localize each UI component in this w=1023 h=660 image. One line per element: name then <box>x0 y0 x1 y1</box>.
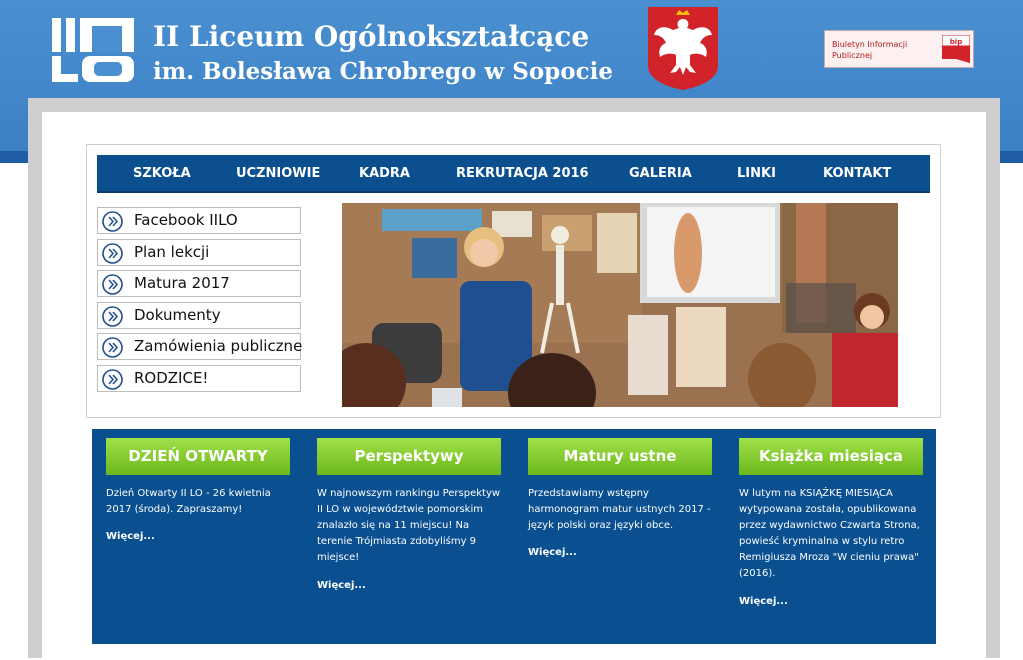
chevron-circle-icon <box>102 274 123 295</box>
bip-banner[interactable]: Biuletyn Informacji Publicznej bip <box>824 30 974 68</box>
ksiazka-miesiaca-button[interactable]: Książka miesiąca <box>739 438 923 475</box>
dzien-otwarty-button[interactable]: DZIEŃ OTWARTY <box>106 438 290 475</box>
sidebar-item-rodzice[interactable]: RODZICE! <box>97 365 301 392</box>
school-subtitle: im. Bolesława Chrobrego w Sopocie <box>153 58 613 85</box>
school-title: II Liceum Ogólnokształcące <box>153 20 590 53</box>
chevron-circle-icon <box>102 306 123 327</box>
bip-label: Biuletyn Informacji Publicznej <box>832 40 908 60</box>
sidebar-item-facebook[interactable]: Facebook IILO <box>97 207 301 234</box>
news-text-matury: Przedstawiamy wstępny harmonogram matur … <box>528 488 711 531</box>
classroom-photo <box>342 203 898 407</box>
news-text-ksiazka: W lutym na KSIĄŻKĘ MIESIĄCA wytypowana z… <box>739 488 920 579</box>
sidebar-item-plan-lekcji[interactable]: Plan lekcji <box>97 239 301 266</box>
nav-item-galeria[interactable]: GALERIA <box>629 166 692 181</box>
news-text-perspektywy: W najnowszym rankingu Perspektyw II LO w… <box>317 488 501 563</box>
sidebar-item-zamowienia[interactable]: Zamówienia publiczne <box>97 333 303 360</box>
bip-flag-label: bip <box>950 38 962 46</box>
sidebar-item-label: RODZICE! <box>134 369 209 387</box>
nav-item-kontakt[interactable]: KONTAKT <box>823 166 891 181</box>
more-link-perspektywy[interactable]: Więcej... <box>317 580 366 591</box>
white-eagle-emblem-icon <box>648 7 718 90</box>
chevron-circle-icon <box>102 243 123 264</box>
sidebar-item-label: Matura 2017 <box>134 274 230 292</box>
more-link-dzien-otwarty[interactable]: Więcej... <box>106 531 155 542</box>
nav-item-linki[interactable]: LINKI <box>737 166 776 181</box>
school-logo[interactable] <box>52 18 134 82</box>
sidebar-item-label: Plan lekcji <box>134 243 210 261</box>
bip-flag-icon: bip <box>942 35 970 63</box>
matury-ustne-button[interactable]: Matury ustne <box>528 438 712 475</box>
sidebar-item-dokumenty[interactable]: Dokumenty <box>97 302 301 329</box>
more-link-ksiazka[interactable]: Więcej... <box>739 596 788 607</box>
sidebar-item-label: Zamówienia publiczne <box>134 337 303 355</box>
nav-item-kadra[interactable]: KADRA <box>359 166 410 181</box>
more-link-matury[interactable]: Więcej... <box>528 547 577 558</box>
sidebar-item-matura[interactable]: Matura 2017 <box>97 270 301 297</box>
nav-item-uczniowie[interactable]: UCZNIOWIE <box>236 166 320 181</box>
sidebar-item-label: Facebook IILO <box>134 211 238 229</box>
chevron-circle-icon <box>102 337 123 358</box>
news-text-dzien-otwarty: Dzień Otwarty II LO - 26 kwietnia 2017 (… <box>106 488 271 515</box>
perspektywy-button[interactable]: Perspektywy <box>317 438 501 475</box>
nav-item-szkola[interactable]: SZKOŁA <box>133 166 191 181</box>
sidebar-item-label: Dokumenty <box>134 306 221 324</box>
chevron-circle-icon <box>102 369 123 390</box>
main-nav: SZKOŁA UCZNIOWIE KADRA REKRUTACJA 2016 G… <box>97 155 930 193</box>
chevron-circle-icon <box>102 211 123 232</box>
nav-item-rekrutacja[interactable]: REKRUTACJA 2016 <box>456 166 589 181</box>
